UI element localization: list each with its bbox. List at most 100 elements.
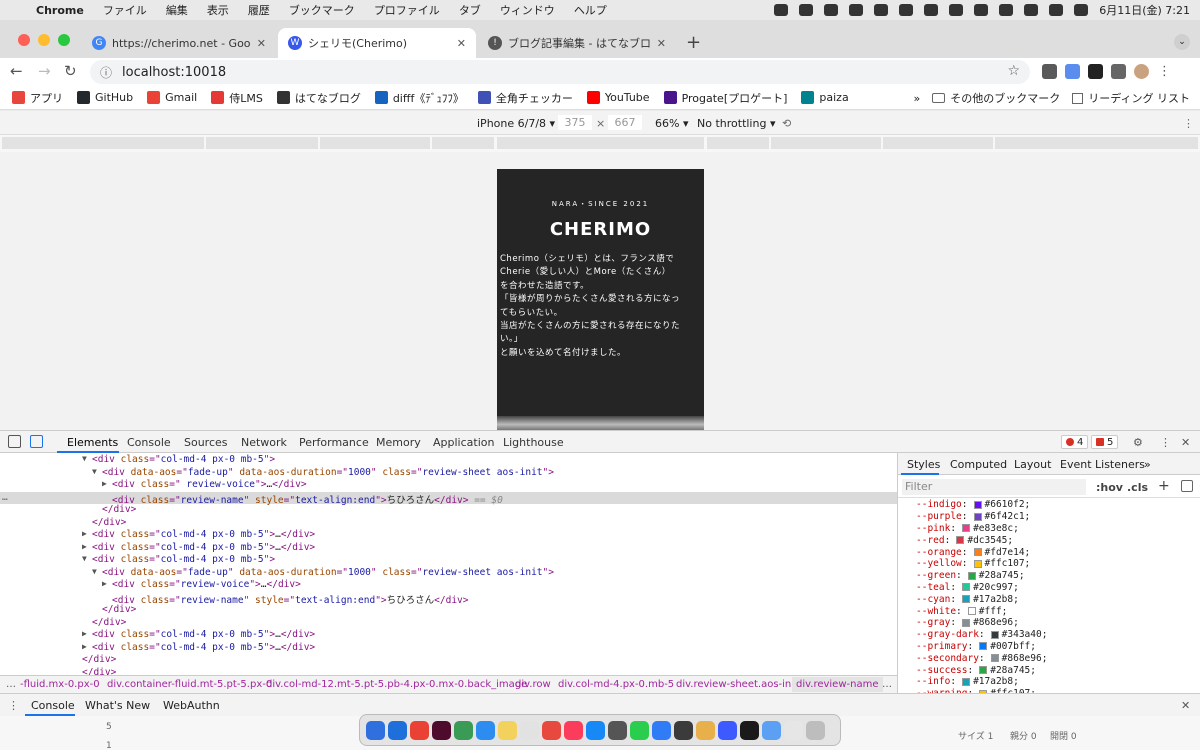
status-bolt-icon[interactable] <box>824 4 839 16</box>
bookmark-star-icon[interactable]: ☆ <box>1007 63 1020 79</box>
bookmark-item[interactable]: Progate[プロゲート] <box>663 90 787 106</box>
menu-edit[interactable]: 編集 <box>166 2 188 18</box>
styles-filter-input[interactable]: Filter <box>902 479 1086 495</box>
media-query-bar[interactable] <box>883 137 993 149</box>
moon-icon[interactable] <box>949 4 964 16</box>
media-query-bar[interactable] <box>497 137 704 149</box>
puzzle-extensions-icon[interactable] <box>1111 64 1126 79</box>
dom-node[interactable]: ▶ <div class="col-md-4 px-0 mb-5">…</div> <box>0 642 897 655</box>
breadcrumb-item-selected[interactable]: div.review-name <box>792 677 883 692</box>
dock-app-icon[interactable] <box>432 720 451 740</box>
dock-app-icon[interactable] <box>410 720 429 740</box>
drawer-tab-console[interactable]: Console <box>31 699 75 712</box>
css-variable-row[interactable]: --white: #fff; <box>916 605 1007 617</box>
devtools-tab-memory[interactable]: Memory <box>376 436 421 449</box>
color-swatch[interactable] <box>973 512 982 521</box>
dom-node[interactable]: ▶ <div class="col-md-4 px-0 mb-5">…</div> <box>0 542 897 555</box>
display-icon[interactable] <box>899 4 914 16</box>
node-actions-icon[interactable]: … <box>2 492 8 503</box>
zoom-window-button[interactable] <box>58 34 70 46</box>
color-swatch[interactable] <box>973 548 982 557</box>
dom-node[interactable]: ▼ <div class="col-md-4 px-0 mb-5"> <box>0 454 897 467</box>
color-swatch[interactable] <box>962 677 971 686</box>
dock-app-icon[interactable] <box>608 720 627 740</box>
color-swatch[interactable] <box>990 654 999 663</box>
expand-toggle-icon[interactable]: ▶ <box>102 479 107 488</box>
breadcrumb-item[interactable]: div.review-sheet.aos-init <box>676 679 798 690</box>
dock-app-icon[interactable] <box>388 720 407 740</box>
breadcrumb-scroll-left[interactable]: … <box>6 679 16 690</box>
other-bookmarks[interactable]: その他のブックマーク <box>932 90 1060 106</box>
dock-app-icon[interactable] <box>542 720 561 740</box>
dock-app-icon[interactable] <box>498 720 517 740</box>
translate-extension-icon[interactable] <box>1065 64 1080 79</box>
breadcrumb-scroll-right[interactable]: … <box>882 679 892 690</box>
close-drawer-icon[interactable]: ✕ <box>1181 699 1190 712</box>
css-variable-row[interactable]: --teal: #20c997; <box>916 582 1019 594</box>
color-swatch[interactable] <box>962 618 971 627</box>
breadcrumb-item[interactable]: div.col-md-4.px-0.mb-5 <box>558 679 674 690</box>
dock-app-icon[interactable] <box>652 720 671 740</box>
minimize-window-button[interactable] <box>38 34 50 46</box>
dock-app-icon[interactable] <box>586 720 605 740</box>
dom-node[interactable]: ▶ <div class="col-md-4 px-0 mb-5">…</div> <box>0 629 897 642</box>
breadcrumb-item[interactable]: div.container-fluid.mt-5.pt-5.px-0 <box>107 679 272 690</box>
dock-app-icon[interactable] <box>696 720 715 740</box>
menu-window[interactable]: ウィンドウ <box>500 2 555 18</box>
css-variable-row[interactable]: --purple: #6f42c1; <box>916 511 1030 523</box>
siri-icon[interactable] <box>1074 4 1089 16</box>
color-swatch[interactable] <box>973 559 982 568</box>
css-variable-row[interactable]: --pink: #e83e8c; <box>916 523 1019 535</box>
breadcrumb-item[interactable]: div.row <box>515 679 551 690</box>
bookmark-item[interactable]: はてなブログ <box>276 90 361 106</box>
css-variable-row[interactable]: --orange: #fd7e14; <box>916 546 1030 558</box>
devtools-tab-application[interactable]: Application <box>433 436 494 449</box>
css-variable-row[interactable]: --yellow: #ffc107; <box>916 558 1030 570</box>
new-tab-button[interactable]: + <box>686 32 701 53</box>
reading-extension-icon[interactable] <box>1088 64 1103 79</box>
dom-node[interactable]: </div> <box>0 504 897 517</box>
dock-app-icon[interactable] <box>630 720 649 740</box>
css-variable-row[interactable]: --success: #28a745; <box>916 664 1036 676</box>
volume-icon[interactable] <box>874 4 889 16</box>
bookmark-item[interactable]: 全角チェッカー <box>477 90 573 106</box>
styles-tab[interactable]: Styles <box>907 458 940 471</box>
dom-node[interactable]: </div> <box>0 604 897 617</box>
device-toolbar-more-icon[interactable]: ⋮ <box>1183 117 1194 130</box>
breadcrumb-item[interactable]: -fluid.mx-0.px-0 <box>20 679 100 690</box>
more-menu-icon[interactable]: ⋮ <box>1157 64 1172 79</box>
drawer-tab-whats-new[interactable]: What's New <box>85 699 150 712</box>
menu-help[interactable]: ヘルプ <box>574 2 607 18</box>
media-query-bar[interactable] <box>995 137 1198 149</box>
tab-google-search[interactable]: G https://cherimo.net - Google 検 ✕ <box>82 28 276 58</box>
breadcrumb-item[interactable]: div.col-md-12.mt-5.pt-5.pb-4.px-0.mx-0.b… <box>266 679 527 690</box>
css-variable-row[interactable]: --green: #28a745; <box>916 570 1025 582</box>
bookmark-item[interactable]: difff《ﾃﾞｭﾌﾌ》 <box>374 90 464 106</box>
wifi-icon[interactable] <box>999 4 1014 16</box>
eyedropper-extension-icon[interactable] <box>1042 64 1057 79</box>
drawer-menu-icon[interactable]: ⋮ <box>8 699 19 712</box>
css-variable-row[interactable]: --indigo: #6610f2; <box>916 499 1030 511</box>
dom-node[interactable]: ▼ <div data-aos="fade-up" data-aos-durati… <box>0 467 897 480</box>
devtools-tab-lighthouse[interactable]: Lighthouse <box>503 436 564 449</box>
media-query-bar[interactable] <box>206 137 318 149</box>
profile-avatar[interactable] <box>1134 64 1149 79</box>
devtools-tab-console[interactable]: Console <box>127 436 171 449</box>
color-swatch[interactable] <box>962 583 971 592</box>
expand-toggle-icon[interactable]: ▶ <box>102 579 107 588</box>
dock-app-icon[interactable] <box>762 720 781 740</box>
media-query-bar[interactable] <box>707 137 769 149</box>
input-method-icon[interactable] <box>924 4 939 16</box>
color-swatch[interactable] <box>962 524 971 533</box>
dom-node[interactable]: ▼ <div data-aos="fade-up" data-aos-durati… <box>0 567 897 580</box>
menu-file[interactable]: ファイル <box>103 2 147 18</box>
color-swatch[interactable] <box>962 595 971 604</box>
menu-app-name[interactable]: Chrome <box>36 4 84 17</box>
status-app-icon[interactable] <box>774 4 789 16</box>
devtools-tab-elements[interactable]: Elements <box>67 436 118 449</box>
event-listeners-tab[interactable]: Event Listeners <box>1060 458 1145 471</box>
close-tab-icon[interactable]: ✕ <box>657 37 666 50</box>
site-info-icon[interactable]: ⓘ <box>100 64 112 81</box>
bookmark-item[interactable]: アプリ <box>12 90 63 106</box>
expand-toggle-icon[interactable]: ▼ <box>82 554 87 563</box>
